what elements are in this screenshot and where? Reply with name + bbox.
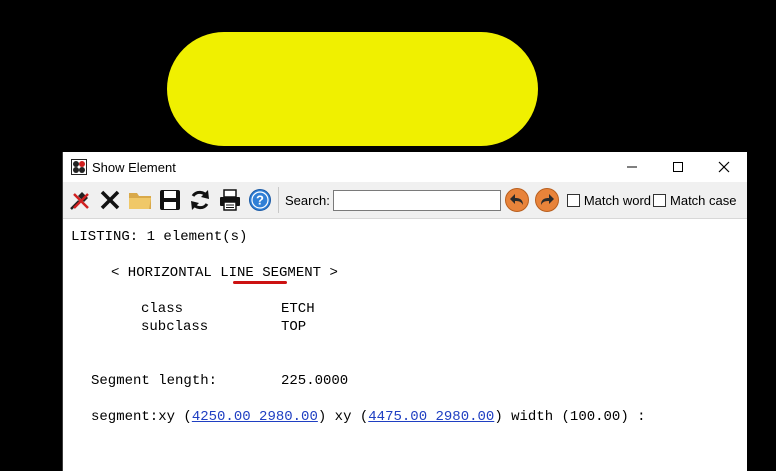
segment-suffix: ) width (100.00) : (494, 409, 646, 425)
search-label: Search: (285, 192, 330, 208)
close-x-icon (100, 190, 120, 210)
pin-icon (70, 192, 89, 210)
window-title: Show Element (92, 159, 176, 175)
toolbar-separator (278, 187, 279, 213)
close-window-button[interactable] (701, 152, 747, 182)
folder-icon (129, 193, 151, 209)
match-word-label: Match word (583, 192, 652, 208)
segment-prefix: segment:xy ( (91, 409, 192, 425)
class-label: class (141, 301, 184, 317)
class-value: ETCH (281, 301, 315, 317)
maximize-icon (673, 162, 683, 172)
search-forward-button[interactable] (534, 188, 559, 212)
help-icon: ? (249, 189, 271, 211)
match-case-label: Match case (670, 192, 737, 208)
close-x-button[interactable] (97, 187, 123, 213)
title-bar: Show Element (63, 152, 747, 182)
segment-xy-line: segment:xy (4250.00 2980.00) xy (4475.00… (91, 409, 646, 425)
save-icon (160, 190, 180, 210)
print-button[interactable] (217, 187, 243, 213)
xy1-link[interactable]: 4250.00 2980.00 (192, 409, 318, 425)
refresh-button[interactable] (187, 187, 213, 213)
element-type-prefix: < HORIZONTAL (111, 265, 221, 281)
open-folder-button[interactable] (127, 187, 153, 213)
minimize-button[interactable] (609, 152, 655, 182)
segment-length-value: 225.0000 (281, 373, 349, 389)
minimize-icon (627, 166, 637, 168)
toolbar: ? Search: Match word Match case (63, 182, 747, 219)
maximize-button[interactable] (655, 152, 701, 182)
segment-mid: ) xy ( (317, 409, 369, 425)
close-icon (718, 161, 730, 173)
refresh-icon (191, 190, 209, 210)
match-word-checkbox[interactable] (566, 193, 580, 207)
subclass-label: subclass (141, 319, 209, 335)
pin-button[interactable] (67, 187, 93, 213)
spell-underline (233, 281, 287, 284)
listing-header: LISTING: 1 element(s) (71, 229, 248, 245)
show-element-window: Show Element ? Search: Match word Match … (62, 152, 747, 471)
listing-content: LISTING: 1 element(s) < HORIZONTAL LINE … (63, 219, 747, 471)
svg-text:?: ? (256, 193, 264, 208)
yellow-pad-shape (167, 32, 538, 146)
search-back-button[interactable] (504, 188, 529, 212)
help-button[interactable]: ? (247, 187, 273, 213)
xy2-link[interactable]: 4475.00 2980.00 (368, 409, 494, 425)
element-type-highlight: LINE (220, 265, 254, 281)
segment-length-label: Segment length: (91, 373, 218, 389)
element-type-suffix: SEGMENT > (253, 265, 338, 281)
forward-arrow-icon (540, 194, 554, 205)
match-case-checkbox[interactable] (653, 193, 667, 207)
back-arrow-icon (509, 194, 523, 205)
subclass-value: TOP (281, 319, 307, 335)
search-input[interactable] (332, 189, 501, 211)
element-type-line: < HORIZONTAL LINE SEGMENT > (111, 265, 338, 281)
save-button[interactable] (157, 187, 183, 213)
print-icon (220, 189, 240, 211)
app-icon (71, 159, 87, 175)
